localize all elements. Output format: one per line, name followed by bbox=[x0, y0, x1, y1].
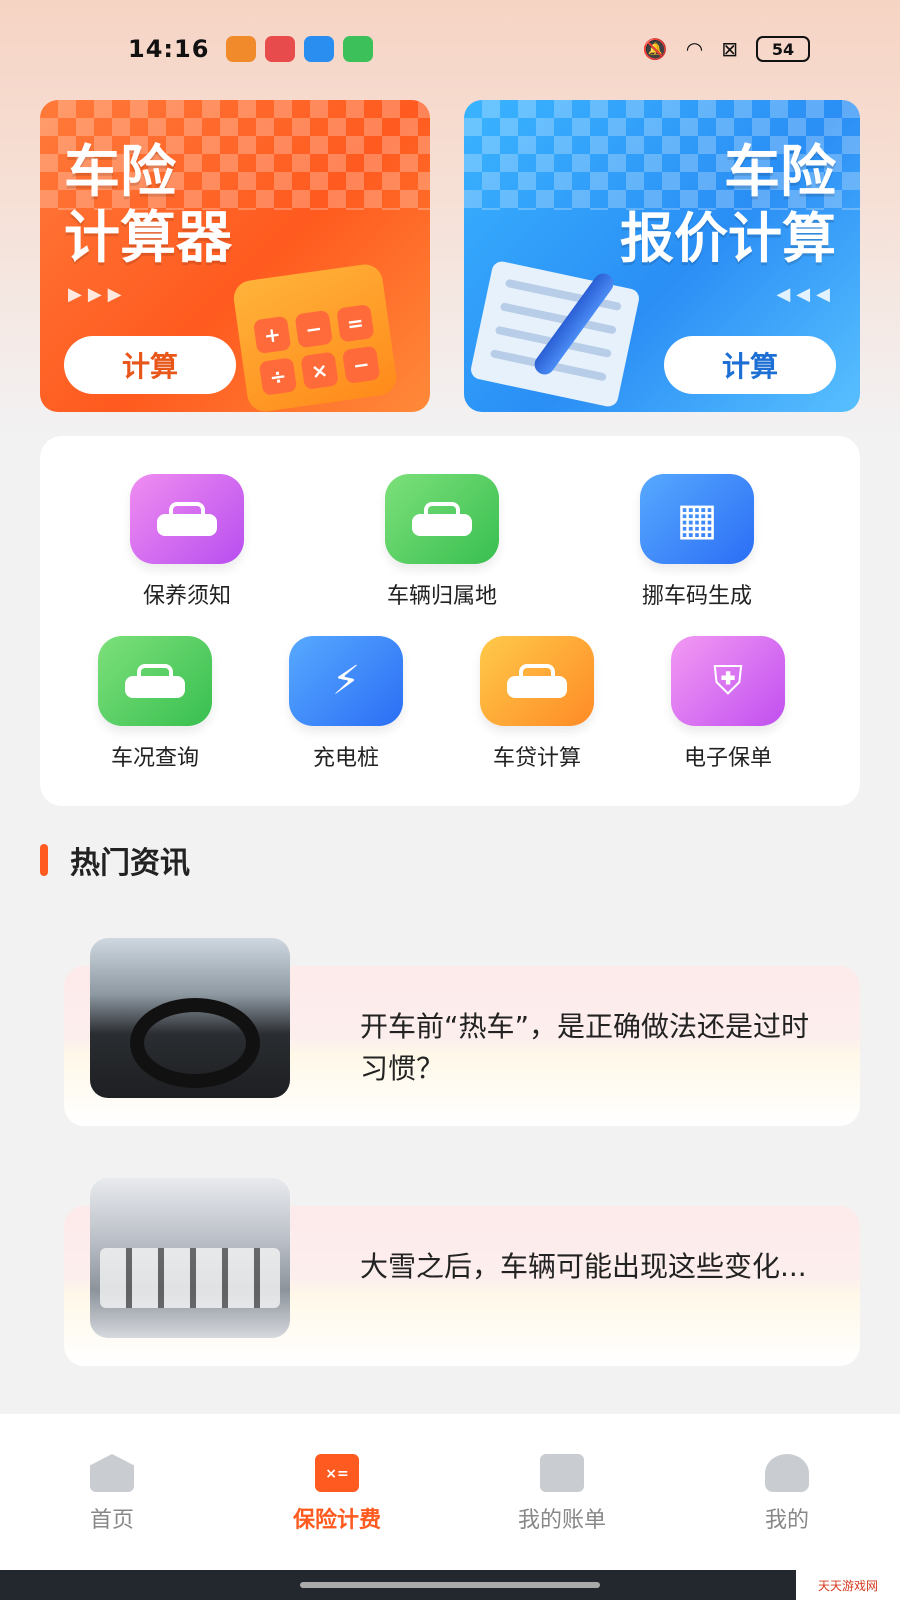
arrow-decoration-icon: ▶▶▶ bbox=[68, 284, 128, 305]
home-icon bbox=[90, 1454, 134, 1492]
qr-code-icon: ▦ bbox=[640, 474, 754, 564]
system-indicators: 🔕 ◠ ⊠ 54 bbox=[643, 36, 810, 62]
tab-my-bills[interactable]: 我的账单 bbox=[492, 1454, 632, 1534]
tab-label: 我的账单 bbox=[517, 1508, 606, 1533]
status-bar: 14:16 🔕 ◠ ⊠ 54 bbox=[0, 28, 900, 70]
car-location-icon bbox=[385, 474, 499, 564]
section-title: 热门资讯 bbox=[70, 846, 190, 881]
news-thumbnail-snowy-cars[interactable] bbox=[90, 1178, 290, 1338]
calculator-icon bbox=[315, 1454, 359, 1492]
tools-card: 保养须知 车辆归属地 ▦ 挪车码生成 车况查询 ⚡ 充电桩 车贷计算 ⛨ 电子保… bbox=[40, 436, 860, 806]
tool-label: 挪车码生成 bbox=[641, 584, 752, 609]
car-insurance-quote-banner[interactable]: 车险 报价计算 ◀◀◀ 计算 bbox=[464, 100, 860, 412]
tab-profile[interactable]: 我的 bbox=[717, 1454, 857, 1534]
car-tag-icon bbox=[130, 474, 244, 564]
calculate-button[interactable]: 计算 bbox=[64, 336, 236, 394]
gesture-navigation-bar[interactable] bbox=[0, 1570, 900, 1600]
bill-icon bbox=[540, 1454, 584, 1492]
tool-e-policy[interactable]: ⛨ 电子保单 bbox=[671, 636, 785, 772]
banner-title-line2: 报价计算 bbox=[620, 207, 836, 270]
mute-icon: 🔕 bbox=[642, 37, 668, 61]
tool-maintenance-guide[interactable]: 保养须知 bbox=[130, 474, 244, 610]
notification-icons bbox=[226, 36, 373, 62]
watermark: 天天游戏网 bbox=[796, 1570, 900, 1600]
tool-label: 电子保单 bbox=[683, 746, 772, 771]
tool-label: 车贷计算 bbox=[492, 746, 581, 771]
tool-move-car-code[interactable]: ▦ 挪车码生成 bbox=[640, 474, 754, 610]
bottom-tab-bar: 首页 保险计费 我的账单 我的 bbox=[0, 1414, 900, 1570]
car-search-icon bbox=[98, 636, 212, 726]
app-notification-icon bbox=[226, 36, 256, 62]
tool-car-condition-query[interactable]: 车况查询 bbox=[98, 636, 212, 772]
shield-steering-icon: ⛨ bbox=[671, 636, 785, 726]
wifi-icon: ◠ bbox=[685, 37, 704, 61]
hot-news-header: 热门资讯 bbox=[40, 838, 190, 882]
car-insurance-calculator-banner[interactable]: 车险 计算器 ▶▶▶ + − = ÷ × − 计算 bbox=[40, 100, 430, 412]
banner-title-line1: 车险 bbox=[64, 140, 176, 205]
charging-pile-icon: ⚡ bbox=[289, 636, 403, 726]
calculate-button[interactable]: 计算 bbox=[664, 336, 836, 394]
banner-title-line2: 计算器 bbox=[64, 206, 232, 271]
battery-indicator: 54 bbox=[756, 36, 810, 62]
tab-home[interactable]: 首页 bbox=[42, 1454, 182, 1534]
video-notification-icon bbox=[265, 36, 295, 62]
section-accent-bar bbox=[40, 844, 48, 876]
arrow-decoration-icon: ◀◀◀ bbox=[776, 284, 836, 305]
tool-car-loan-calculator[interactable]: 车贷计算 bbox=[480, 636, 594, 772]
home-indicator[interactable] bbox=[300, 1582, 600, 1588]
car-loan-icon bbox=[480, 636, 594, 726]
shop-notification-icon bbox=[343, 36, 373, 62]
news-title[interactable]: 大雪之后，车辆可能出现这些变化... bbox=[360, 1246, 820, 1288]
status-time: 14:16 bbox=[128, 35, 210, 63]
calculator-illustration-icon: + − = ÷ × − bbox=[231, 262, 399, 412]
tool-label: 充电桩 bbox=[312, 746, 379, 771]
tool-label: 保养须知 bbox=[142, 584, 231, 609]
tool-vehicle-location[interactable]: 车辆归属地 bbox=[385, 474, 499, 610]
tab-label: 我的 bbox=[764, 1508, 809, 1533]
tab-insurance-billing[interactable]: 保险计费 bbox=[267, 1454, 407, 1534]
tool-charging-pile[interactable]: ⚡ 充电桩 bbox=[289, 636, 403, 772]
tool-label: 车辆归属地 bbox=[386, 584, 497, 609]
news-thumbnail-steering-wheel[interactable] bbox=[90, 938, 290, 1098]
news-title[interactable]: 开车前“热车”，是正确做法还是过时习惯？ bbox=[360, 1006, 820, 1090]
tab-label: 首页 bbox=[89, 1508, 134, 1533]
cloud-notification-icon bbox=[304, 36, 334, 62]
tool-label: 车况查询 bbox=[110, 746, 199, 771]
tab-label: 保险计费 bbox=[292, 1508, 381, 1533]
sim-off-icon: ⊠ bbox=[721, 37, 738, 61]
banner-title-line1: 车险 bbox=[724, 140, 836, 205]
user-icon bbox=[765, 1454, 809, 1492]
